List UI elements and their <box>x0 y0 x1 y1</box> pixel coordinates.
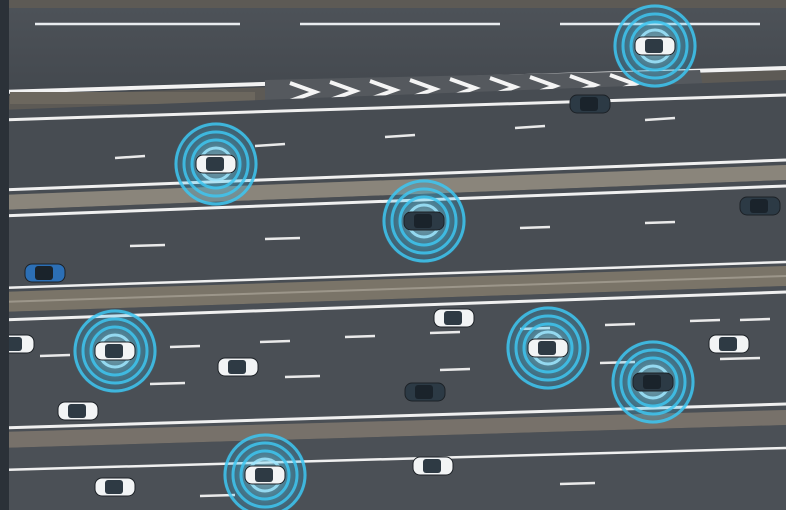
car <box>403 211 445 231</box>
car <box>217 357 259 377</box>
car <box>412 456 454 476</box>
car <box>433 308 475 328</box>
car <box>195 154 237 174</box>
highway-scene <box>0 0 786 510</box>
car <box>634 36 676 56</box>
car <box>527 338 569 358</box>
car <box>57 401 99 421</box>
car <box>94 341 136 361</box>
highway-aerial-image <box>0 0 786 510</box>
car <box>24 263 66 283</box>
car <box>569 94 611 114</box>
car <box>404 382 446 402</box>
car <box>708 334 750 354</box>
frame-edge <box>0 0 9 510</box>
car <box>632 372 674 392</box>
car <box>94 477 136 497</box>
car <box>739 196 781 216</box>
car <box>244 465 286 485</box>
